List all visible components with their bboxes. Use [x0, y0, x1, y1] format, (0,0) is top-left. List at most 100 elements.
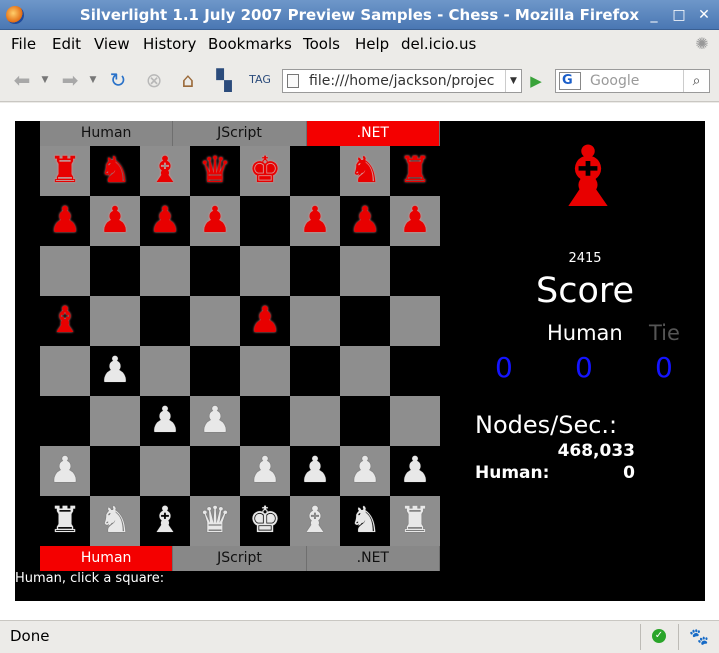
board-square[interactable]: ♟ — [140, 196, 190, 246]
board-square[interactable]: ♝ — [140, 146, 190, 196]
board-square[interactable] — [290, 296, 340, 346]
board-square[interactable]: ♞ — [340, 496, 390, 546]
white-pawn-icon[interactable]: ♟ — [299, 453, 331, 489]
board-square[interactable]: ♟ — [240, 296, 290, 346]
board-square[interactable]: ♟ — [190, 396, 240, 446]
white-pawn-icon[interactable]: ♟ — [99, 353, 131, 389]
white-knight-icon[interactable]: ♞ — [349, 503, 381, 539]
board-square[interactable] — [290, 146, 340, 196]
board-square[interactable] — [340, 246, 390, 296]
white-pawn-icon[interactable]: ♟ — [199, 403, 231, 439]
menu-edit[interactable]: Edit — [52, 35, 81, 53]
board-square[interactable] — [90, 246, 140, 296]
board-square[interactable]: ♟ — [290, 446, 340, 496]
red-knight-icon[interactable]: ♞ — [349, 153, 381, 189]
board-square[interactable]: ♟ — [390, 446, 440, 496]
board-square[interactable]: ♝ — [290, 496, 340, 546]
red-king-icon[interactable]: ♚ — [249, 153, 281, 189]
board-square[interactable]: ♟ — [390, 196, 440, 246]
board-square[interactable] — [140, 246, 190, 296]
bookmark-this-icon[interactable]: ▚ — [210, 67, 238, 93]
board-square[interactable] — [240, 346, 290, 396]
board-square[interactable] — [340, 396, 390, 446]
search-box[interactable]: G Google ⌕ — [555, 69, 710, 93]
minimize-icon[interactable]: _ — [645, 6, 663, 24]
tag-icon[interactable]: TAG — [246, 67, 274, 93]
board-square[interactable] — [40, 346, 90, 396]
board-square[interactable]: ♟ — [340, 446, 390, 496]
reload-icon[interactable]: ↻ — [104, 67, 132, 93]
red-queen-icon[interactable]: ♛ — [199, 153, 231, 189]
white-queen-icon[interactable]: ♛ — [199, 503, 231, 539]
board-square[interactable]: ♟ — [290, 196, 340, 246]
search-placeholder[interactable]: Google — [590, 73, 639, 89]
stop-icon[interactable]: ⊗ — [140, 67, 168, 93]
board-square[interactable]: ♜ — [40, 146, 90, 196]
board-square[interactable]: ♜ — [390, 496, 440, 546]
white-pawn-icon[interactable]: ♟ — [49, 453, 81, 489]
board-square[interactable] — [240, 196, 290, 246]
board-square[interactable]: ♛ — [190, 496, 240, 546]
board-square[interactable]: ♟ — [340, 196, 390, 246]
bottom-tab-human[interactable]: Human — [40, 546, 174, 571]
menu-view[interactable]: View — [94, 35, 130, 53]
menu-delicious[interactable]: del.icio.us — [401, 35, 476, 53]
red-knight-icon[interactable]: ♞ — [99, 153, 131, 189]
close-icon[interactable]: ✕ — [695, 6, 713, 24]
white-king-icon[interactable]: ♚ — [249, 503, 281, 539]
board-square[interactable] — [390, 346, 440, 396]
red-rook-icon[interactable]: ♜ — [49, 153, 81, 189]
home-icon[interactable]: ⌂ — [174, 67, 202, 93]
board-square[interactable] — [90, 296, 140, 346]
red-pawn-icon[interactable]: ♟ — [49, 203, 81, 239]
go-icon[interactable]: ▶ — [526, 71, 546, 91]
ok-check-icon[interactable]: ✓ — [652, 629, 666, 643]
red-pawn-icon[interactable]: ♟ — [399, 203, 431, 239]
board-square[interactable]: ♛ — [190, 146, 240, 196]
board-square[interactable] — [40, 246, 90, 296]
forward-dropdown-icon[interactable]: ▼ — [86, 67, 100, 93]
red-bishop-icon[interactable]: ♝ — [149, 153, 181, 189]
board-square[interactable]: ♟ — [90, 346, 140, 396]
board-square[interactable] — [190, 446, 240, 496]
board-square[interactable] — [40, 396, 90, 446]
red-bishop-icon[interactable]: ♝ — [49, 303, 81, 339]
white-knight-icon[interactable]: ♞ — [99, 503, 131, 539]
forward-icon[interactable]: ➡ — [56, 67, 84, 93]
board-square[interactable]: ♟ — [190, 196, 240, 246]
board-square[interactable] — [190, 346, 240, 396]
menu-history[interactable]: History — [143, 35, 196, 53]
board-square[interactable]: ♞ — [90, 146, 140, 196]
board-square[interactable]: ♞ — [340, 146, 390, 196]
white-bishop-icon[interactable]: ♝ — [299, 503, 331, 539]
url-text[interactable]: file:///home/jackson/projec — [309, 73, 499, 89]
board-square[interactable] — [140, 346, 190, 396]
url-dropdown-icon[interactable]: ▼ — [505, 70, 521, 92]
board-square[interactable] — [390, 246, 440, 296]
white-pawn-icon[interactable]: ♟ — [399, 453, 431, 489]
board-square[interactable]: ♝ — [140, 496, 190, 546]
red-pawn-icon[interactable]: ♟ — [349, 203, 381, 239]
board-square[interactable] — [240, 396, 290, 446]
board-square[interactable]: ♜ — [390, 146, 440, 196]
bottom-tab-dotnet[interactable]: .NET — [306, 546, 440, 571]
search-icon[interactable]: ⌕ — [683, 70, 709, 92]
board-square[interactable] — [140, 446, 190, 496]
board-square[interactable]: ♜ — [40, 496, 90, 546]
top-tab-dotnet[interactable]: .NET — [306, 121, 440, 146]
board-square[interactable]: ♟ — [40, 446, 90, 496]
red-pawn-icon[interactable]: ♟ — [99, 203, 131, 239]
board-square[interactable] — [90, 396, 140, 446]
extension-icon[interactable]: 🐾 — [688, 626, 710, 648]
board-square[interactable] — [190, 296, 240, 346]
red-pawn-icon[interactable]: ♟ — [299, 203, 331, 239]
back-icon[interactable]: ⬅ — [8, 67, 36, 93]
red-rook-icon[interactable]: ♜ — [399, 153, 431, 189]
menu-file[interactable]: File — [11, 35, 36, 53]
white-pawn-icon[interactable]: ♟ — [349, 453, 381, 489]
white-pawn-icon[interactable]: ♟ — [249, 453, 281, 489]
red-pawn-icon[interactable]: ♟ — [199, 203, 231, 239]
board-square[interactable] — [390, 396, 440, 446]
board-square[interactable]: ♟ — [140, 396, 190, 446]
board-square[interactable]: ♞ — [90, 496, 140, 546]
